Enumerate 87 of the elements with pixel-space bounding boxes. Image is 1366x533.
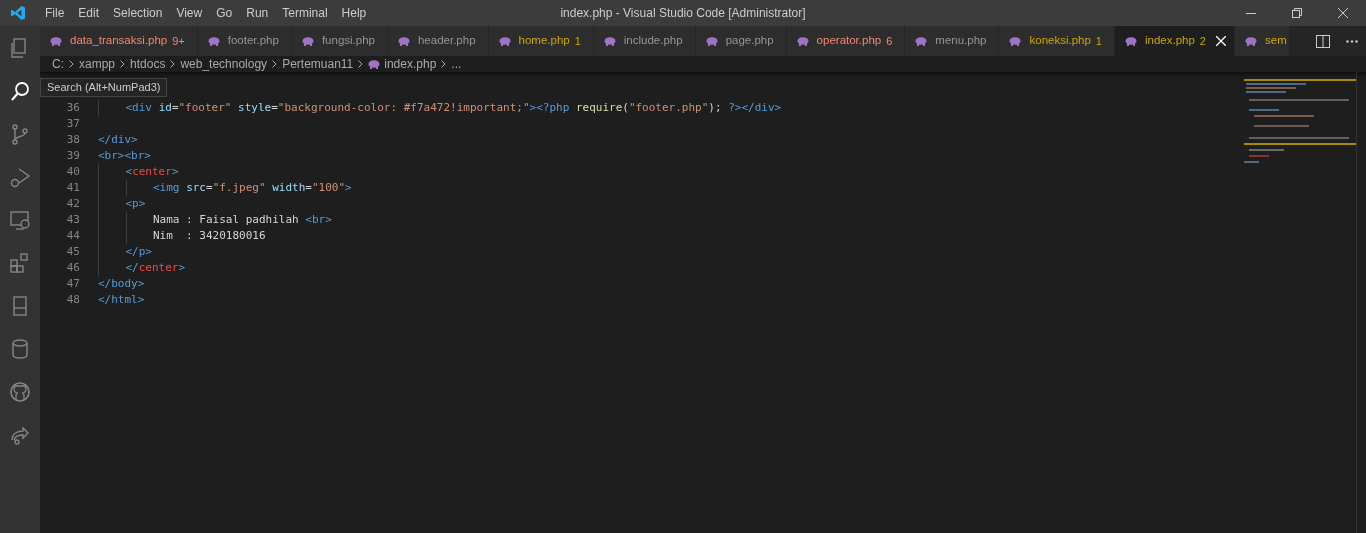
search-icon[interactable] (9, 79, 31, 102)
line-number: 40 (65, 164, 80, 180)
database-icon[interactable] (9, 337, 31, 360)
editor-tab[interactable]: data_transaksi.php 9+ (40, 26, 198, 56)
php-file-icon (397, 36, 410, 46)
code-line: </body> (98, 277, 145, 290)
editor-tab[interactable]: menu.php (905, 26, 1000, 56)
line-number: 41 (65, 180, 80, 196)
line-number: 47 (65, 276, 80, 292)
split-editor-icon[interactable] (1316, 34, 1330, 48)
line-number: 42 (65, 196, 80, 212)
breadcrumb-item[interactable]: htdocs (130, 55, 166, 73)
code-line: </div> (98, 133, 138, 146)
menu-item[interactable]: Edit (71, 0, 107, 26)
code-line: </html> (98, 293, 145, 306)
line-number: 36 (65, 100, 80, 116)
chevron-icon (441, 60, 447, 68)
editor-tab[interactable]: operator.php 6 (786, 26, 906, 56)
vscode-logo-icon (10, 5, 26, 21)
menu-item[interactable]: Terminal (275, 0, 335, 26)
chevron-icon (120, 60, 126, 68)
line-number: 45 (65, 244, 80, 260)
line-number: 37 (65, 116, 80, 132)
menu-item[interactable]: File (38, 0, 72, 26)
editor-tab[interactable]: sem (1235, 26, 1290, 56)
php-file-icon (1125, 36, 1137, 46)
line-number: 43 (65, 212, 80, 228)
source-control-icon[interactable] (9, 122, 31, 145)
menu-item[interactable]: Go (209, 0, 240, 26)
menu-item[interactable]: Selection (106, 0, 170, 26)
run-debug-icon[interactable] (9, 165, 31, 188)
code-line: <div id="footer" style="background-color: #f7a472!important;"><?php require("footer.php"); ?></div> (98, 101, 782, 114)
chevron-icon (358, 60, 364, 68)
more-actions-icon[interactable] (1346, 39, 1358, 43)
menu-item[interactable]: Run (239, 0, 276, 26)
breadcrumb-item[interactable]: Pertemuan11 (282, 55, 354, 73)
editor-tab[interactable]: home.php 1 (488, 26, 594, 56)
code-line: </p> (98, 245, 152, 258)
php-file-icon (915, 36, 928, 46)
breadcrumb-item[interactable]: web_technology (180, 55, 268, 73)
extensions-icon[interactable] (9, 251, 31, 274)
code-line: <br><br> (98, 149, 151, 162)
restore-icon (1292, 8, 1302, 18)
menu-item[interactable]: View (169, 0, 210, 26)
editor-tab[interactable]: page.php (695, 26, 787, 56)
php-file-icon (301, 36, 314, 46)
tooltip: Search (Alt+NumPad3) (40, 78, 168, 97)
minimize-icon (1246, 12, 1256, 14)
php-file-icon (705, 36, 718, 46)
code-line: <center> (98, 165, 179, 178)
chevron-icon (69, 60, 74, 68)
line-number: 39 (65, 148, 80, 164)
close-icon (1338, 8, 1348, 18)
php-file-icon (1009, 36, 1022, 46)
line-number: 44 (65, 228, 80, 244)
php-file-icon (796, 36, 809, 46)
close-icon[interactable] (1216, 36, 1226, 46)
code-line: <p> (98, 197, 146, 210)
editor-tab[interactable]: header.php (387, 26, 489, 56)
php-file-icon (368, 59, 381, 69)
php-file-icon (50, 36, 62, 46)
breadcrumb-item[interactable]: xampp (79, 55, 116, 73)
code-line: <img src="f.jpeg" width="100"> (98, 181, 352, 194)
chevron-icon (272, 60, 278, 68)
editor-tab[interactable]: koneksi.php 1 (999, 26, 1115, 56)
code-line: Nim : 3420180016 (98, 229, 266, 242)
editor-tab[interactable]: include.php (593, 26, 696, 56)
line-number: 48 (65, 292, 80, 308)
editor-tab[interactable]: index.php 2 (1115, 26, 1235, 56)
php-file-icon (1245, 36, 1257, 46)
remote-explorer-icon[interactable] (9, 208, 31, 231)
chevron-icon (170, 60, 176, 68)
code-line: </center> (98, 261, 186, 274)
editor-tab[interactable]: fungsi.php (291, 26, 388, 56)
window-title: index.php - Visual Studio Code [Administrator] (560, 5, 806, 22)
editor-tab[interactable]: footer.php (197, 26, 292, 56)
breadcrumb-item[interactable]: index.php (384, 55, 437, 73)
github-icon[interactable] (9, 380, 31, 403)
code-line: Nama : Faisal padhilah <br> (98, 213, 332, 226)
php-file-icon (498, 36, 511, 46)
line-number: 38 (65, 132, 80, 148)
php-file-icon (207, 36, 220, 46)
breadcrumb-item[interactable]: C: (52, 55, 64, 73)
breadcrumb-item[interactable]: ... (451, 55, 462, 73)
php-file-icon (603, 36, 616, 46)
line-number: 46 (65, 260, 80, 276)
menu-item[interactable]: Help (334, 0, 374, 26)
